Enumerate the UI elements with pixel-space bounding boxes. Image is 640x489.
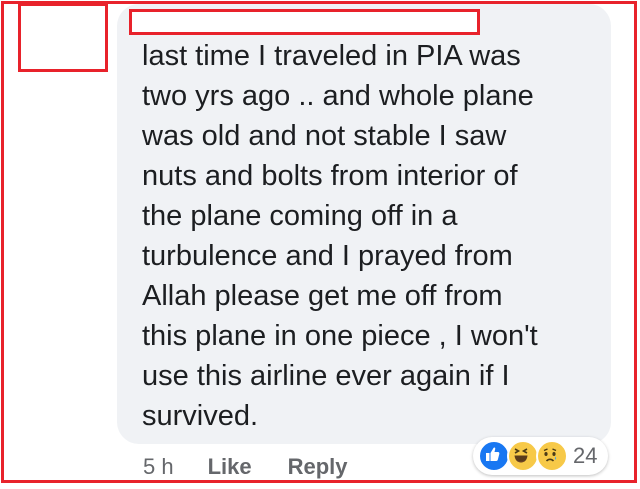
avatar-redacted[interactable] [18, 3, 108, 72]
comment-actions: 5 h Like Reply [143, 452, 384, 482]
haha-icon [507, 440, 539, 472]
reaction-count: 24 [573, 443, 598, 468]
comment-text: last time I traveled in PIA was two yrs … [142, 40, 538, 432]
sad-icon [536, 440, 568, 472]
commenter-name-redacted[interactable] [129, 9, 480, 35]
reply-button[interactable]: Reply [288, 454, 348, 480]
like-icon [478, 440, 510, 472]
comment-timestamp[interactable]: 5 h [143, 454, 174, 480]
like-button[interactable]: Like [208, 454, 252, 480]
reaction-summary[interactable]: 24 [473, 437, 608, 475]
